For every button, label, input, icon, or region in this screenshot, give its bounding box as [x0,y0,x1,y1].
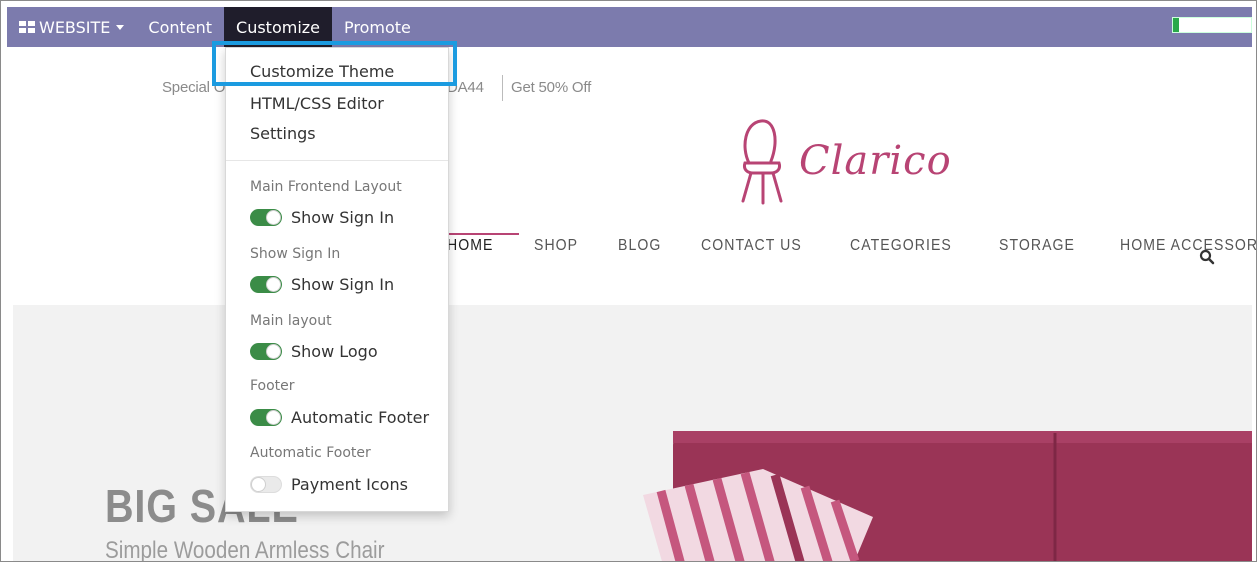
website-menu[interactable]: WEBSITE [7,7,136,47]
toggle-show-logo[interactable]: Show Logo [250,342,378,361]
toggle-label: Show Sign In [291,275,395,294]
sofa-image [643,431,1252,561]
nav-storage[interactable]: STORAGE [999,237,1075,255]
toggle-label: Show Logo [291,342,378,361]
section-header-main-layout: Main layout [250,313,332,329]
customize-dropdown: Customize Theme HTML/CSS Editor Settings… [225,47,449,512]
website-menu-label: WEBSITE [39,17,111,37]
search-icon[interactable] [1199,249,1215,269]
toggle-label: Show Sign In [291,208,395,227]
promo-code: DA44 [447,79,484,96]
toggle-switch-on[interactable] [250,343,282,360]
toggle-switch-on[interactable] [250,276,282,293]
edit-toggle-bar[interactable] [1172,17,1252,33]
admin-topbar: WEBSITE Content Customize Promote [7,7,1252,47]
toggle-label: Automatic Footer [291,408,430,427]
brand-name: Clarico [799,138,952,184]
section-header-footer: Footer [250,378,295,394]
chair-logo-icon [741,119,783,205]
settings-item[interactable]: Settings [250,124,316,143]
toggle-show-sign-in-2[interactable]: Show Sign In [250,275,394,294]
toggle-show-sign-in[interactable]: Show Sign In [250,208,394,227]
promo-offer: Get 50% Off [511,79,592,96]
active-nav-indicator [449,233,519,235]
browser-frame: WEBSITE Content Customize Promote Specia… [0,0,1257,562]
html-css-editor-item[interactable]: HTML/CSS Editor [250,94,384,113]
section-header-show-sign-in: Show Sign In [250,246,341,262]
hero-subtitle: Simple Wooden Armless Chair [105,537,385,561]
dropdown-divider [226,160,448,161]
caret-down-icon [116,24,125,30]
nav-home[interactable]: HOME [447,237,493,255]
main-nav: HOME SHOP BLOG CONTACT US CATEGORIES STO… [447,237,1256,255]
nav-contact-us[interactable]: CONTACT US [701,237,802,255]
announcement-text-left: Special O [162,79,226,96]
nav-blog[interactable]: BLOG [618,237,661,255]
toggle-payment-icons[interactable]: Payment Icons [250,475,408,494]
apps-grid-icon [19,21,35,33]
toggle-switch-on[interactable] [250,409,282,426]
toggle-label: Payment Icons [291,475,408,494]
customize-menu[interactable]: Customize [224,7,333,47]
nav-categories[interactable]: CATEGORIES [850,237,952,255]
site-logo[interactable]: Clarico [735,117,952,205]
announcement-bar: Special O DA44 Get 50% Off [162,75,591,101]
promote-menu[interactable]: Promote [332,7,423,47]
content-menu[interactable]: Content [136,7,224,47]
nav-shop[interactable]: SHOP [534,237,578,255]
toggle-switch-off[interactable] [250,476,282,493]
section-header-automatic-footer: Automatic Footer [250,445,371,461]
section-header-main-frontend-layout: Main Frontend Layout [250,179,402,195]
toggle-automatic-footer[interactable]: Automatic Footer [250,408,429,427]
website-page: Special O DA44 Get 50% Off Clarico HOME [7,47,1256,561]
nav-home-accessories[interactable]: HOME ACCESSORIES [1120,237,1256,255]
customize-theme-item[interactable]: Customize Theme [250,62,394,81]
hero-banner: BIG SALE Simple Wooden Armless Chair [13,305,1252,561]
announcement-divider [502,75,503,101]
toggle-switch-on[interactable] [250,209,282,226]
